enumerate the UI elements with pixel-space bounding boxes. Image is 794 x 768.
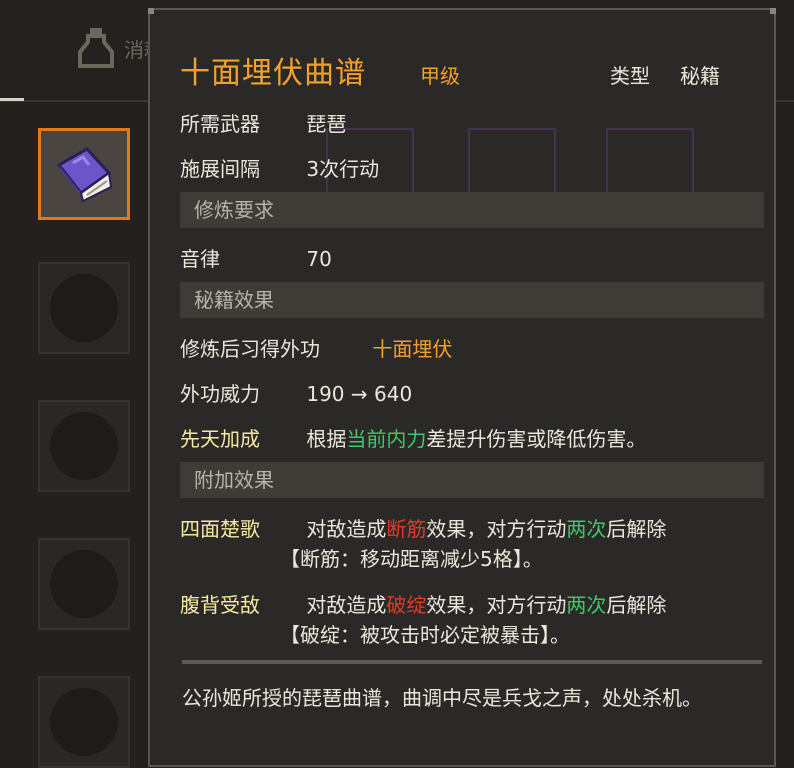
type-value: 秘籍 (680, 64, 720, 88)
innate-text-pre: 根据 (306, 427, 347, 451)
weapon-value: 琵琶 (306, 112, 347, 136)
requirement-value: 70 (306, 247, 332, 271)
inventory-slot[interactable] (38, 676, 130, 768)
interval-row: 施展间隔 3次行动 (180, 153, 379, 182)
weapon-label: 所需武器 (180, 112, 260, 136)
innate-text-post: 差提升伤害或降低伤害。 (426, 427, 647, 451)
requirements-header: 修炼要求 (180, 192, 764, 228)
extra-effect-pre: 对敌造成 (306, 517, 387, 541)
inventory-slot[interactable] (38, 400, 130, 492)
extra-effect-2: 腹背受敌 对敌造成破绽效果，对方行动两次后解除 (180, 589, 666, 618)
power-row: 外功威力 190 → 640 (180, 378, 412, 407)
item-grade: 甲级 (420, 64, 460, 88)
interval-label: 施展间隔 (180, 157, 260, 181)
power-label: 外功威力 (180, 382, 260, 406)
learn-label: 修炼后习得外功 (180, 337, 320, 361)
extra-effect-1-note: 【断筋：移动距离减少5格】。 (280, 547, 543, 571)
extra-effect-name: 腹背受敌 (180, 593, 260, 617)
extra-effect-2-note: 【破绽：被攻击时必定被暴击】。 (280, 623, 570, 647)
extra-effect-header: 附加效果 (180, 462, 764, 498)
weapon-row: 所需武器 琵琶 (180, 108, 346, 137)
item-description: 公孙姬所授的琵琶曲谱，曲调中尽是兵戈之声，处处杀机。 (182, 686, 702, 710)
innate-row: 先天加成 根据当前内力差提升伤害或降低伤害。 (180, 423, 646, 452)
extra-effect-post: 后解除 (606, 593, 667, 617)
divider (182, 660, 762, 664)
extra-effect-count: 两次 (566, 517, 607, 541)
inventory-slot[interactable] (38, 538, 130, 630)
requirement-label: 音律 (180, 247, 220, 271)
extra-effect-mid: 效果，对方行动 (426, 517, 567, 541)
extra-effect-mid: 效果，对方行动 (426, 593, 567, 617)
extra-effect-name: 四面楚歌 (180, 517, 260, 541)
power-value: 190 → 640 (306, 382, 413, 406)
extra-effect-post: 后解除 (606, 517, 667, 541)
extra-effect-pre: 对敌造成 (306, 593, 387, 617)
learn-row: 修炼后习得外功 十面埋伏 (180, 333, 452, 362)
item-tooltip: 十面埋伏曲谱 甲级 类型 秘籍 所需武器 琵琶 施展间隔 3次行动 修炼要求 音… (148, 8, 776, 767)
extra-effect-1: 四面楚歌 对敌造成断筋效果，对方行动两次后解除 (180, 513, 666, 542)
innate-highlight: 当前内力 (346, 427, 427, 451)
extra-effect-status: 断筋 (386, 517, 427, 541)
requirement-row: 音律 70 (180, 243, 332, 272)
active-tab-indicator (0, 98, 24, 101)
extra-effect-count: 两次 (566, 593, 607, 617)
type-label: 类型 (610, 64, 650, 88)
potion-icon (76, 26, 116, 70)
interval-value: 3次行动 (306, 157, 380, 181)
inventory-slot-selected[interactable] (38, 128, 130, 220)
learn-value: 十面埋伏 (372, 337, 453, 361)
book-effect-header: 秘籍效果 (180, 282, 764, 318)
extra-effect-status: 破绽 (386, 593, 427, 617)
book-icon (53, 143, 115, 205)
inventory-slot[interactable] (38, 262, 130, 354)
innate-label: 先天加成 (180, 427, 260, 451)
item-name: 十面埋伏曲谱 (180, 56, 366, 91)
